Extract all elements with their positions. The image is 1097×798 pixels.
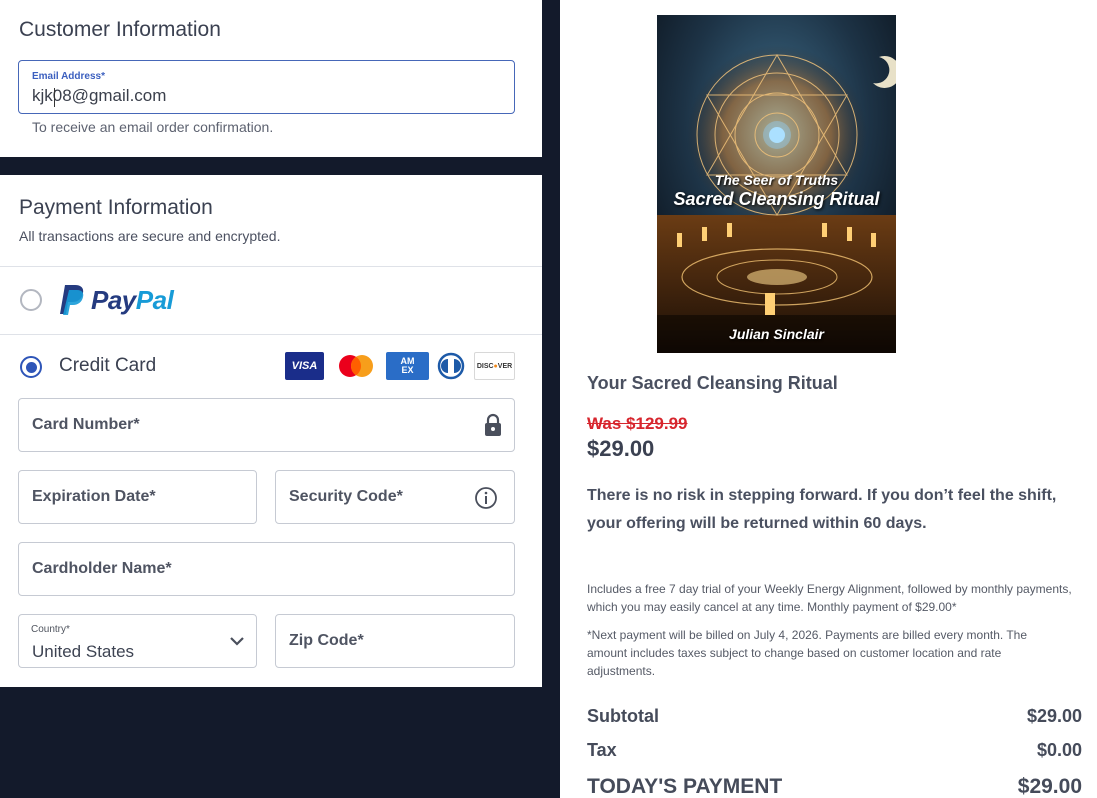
cover-series-title: The Seer of Truths (714, 172, 839, 188)
cardholder-name-placeholder: Cardholder Name* (32, 560, 172, 577)
paypal-radio[interactable] (20, 289, 42, 311)
expiration-date-placeholder: Expiration Date* (32, 488, 156, 505)
email-field-label: Email Address* (32, 71, 105, 82)
country-value: United States (32, 642, 135, 661)
amex-icon: AM EX (386, 352, 429, 380)
payment-info-heading: Payment Information (19, 196, 213, 219)
paypal-option[interactable]: PayPal (59, 283, 174, 317)
trial-terms-text: Includes a free 7 day trial of your Week… (587, 582, 1072, 614)
expiration-date-field[interactable]: Expiration Date* (18, 470, 257, 524)
cardholder-name-field[interactable]: Cardholder Name* (18, 542, 515, 596)
text-cursor (54, 88, 55, 107)
product-cover-image: The Seer of Truths Sacred Cleansing Ritu… (657, 15, 896, 353)
mastercard-icon (336, 352, 376, 380)
cover-author: Julian Sinclair (729, 326, 824, 342)
credit-card-radio[interactable] (20, 356, 42, 378)
discover-icon: DISC ● VER (474, 352, 515, 380)
subtotal-value: $29.00 (1026, 706, 1082, 726)
tax-label: Tax (587, 740, 617, 760)
order-summary-panel: The Seer of Truths Sacred Cleansing Ritu… (560, 0, 1097, 798)
subtotal-label: Subtotal (587, 706, 659, 726)
tax-value: $0.00 (1036, 740, 1082, 760)
email-hint: To receive an email order confirmation. (32, 119, 274, 135)
current-price: $29.00 (587, 436, 655, 461)
tax-row: Tax $0.00 (587, 740, 1082, 761)
card-number-placeholder: Card Number* (32, 416, 140, 433)
total-value: $29.00 (1017, 775, 1082, 798)
total-row: TODAY'S PAYMENT $29.00 (587, 775, 1082, 798)
info-icon[interactable] (474, 486, 498, 510)
zip-code-field[interactable]: Zip Code* (275, 614, 515, 668)
paypal-wordmark: PayPal (91, 284, 174, 315)
email-field[interactable]: Email Address* kjk08@gmail.com (18, 60, 515, 114)
customer-info-heading: Customer Information (19, 18, 221, 41)
credit-card-label[interactable]: Credit Card (59, 355, 156, 377)
subtotal-row: Subtotal $29.00 (587, 706, 1082, 727)
diners-icon (437, 352, 465, 380)
product-title: Your Sacred Cleansing Ritual (587, 373, 838, 393)
divider (0, 266, 542, 267)
customer-info-panel: Customer Information Email Address* kjk0… (0, 0, 542, 157)
guarantee-text: There is no risk in stepping forward. If… (587, 487, 1057, 532)
country-label: Country* (31, 624, 70, 635)
country-select[interactable]: Country* United States (18, 614, 257, 668)
lock-icon (485, 413, 501, 436)
divider (0, 334, 542, 335)
email-field-value[interactable]: kjk08@gmail.com (32, 86, 166, 106)
original-price: Was $129.99 (587, 414, 688, 433)
paypal-logo-icon (60, 285, 84, 315)
security-code-placeholder: Security Code* (289, 488, 403, 505)
visa-icon: VISA (285, 352, 324, 380)
payment-info-panel: Payment Information All transactions are… (0, 175, 542, 687)
security-code-field[interactable]: Security Code* (275, 470, 515, 524)
payment-secure-note: All transactions are secure and encrypte… (19, 228, 281, 244)
card-number-field[interactable]: Card Number* (18, 398, 515, 452)
total-label: TODAY'S PAYMENT (587, 775, 783, 798)
cover-title: Sacred Cleansing Ritual (673, 189, 880, 209)
chevron-down-icon (230, 637, 244, 646)
zip-code-placeholder: Zip Code* (289, 632, 364, 649)
billing-terms-text: *Next payment will be billed on July 4, … (587, 628, 1028, 678)
